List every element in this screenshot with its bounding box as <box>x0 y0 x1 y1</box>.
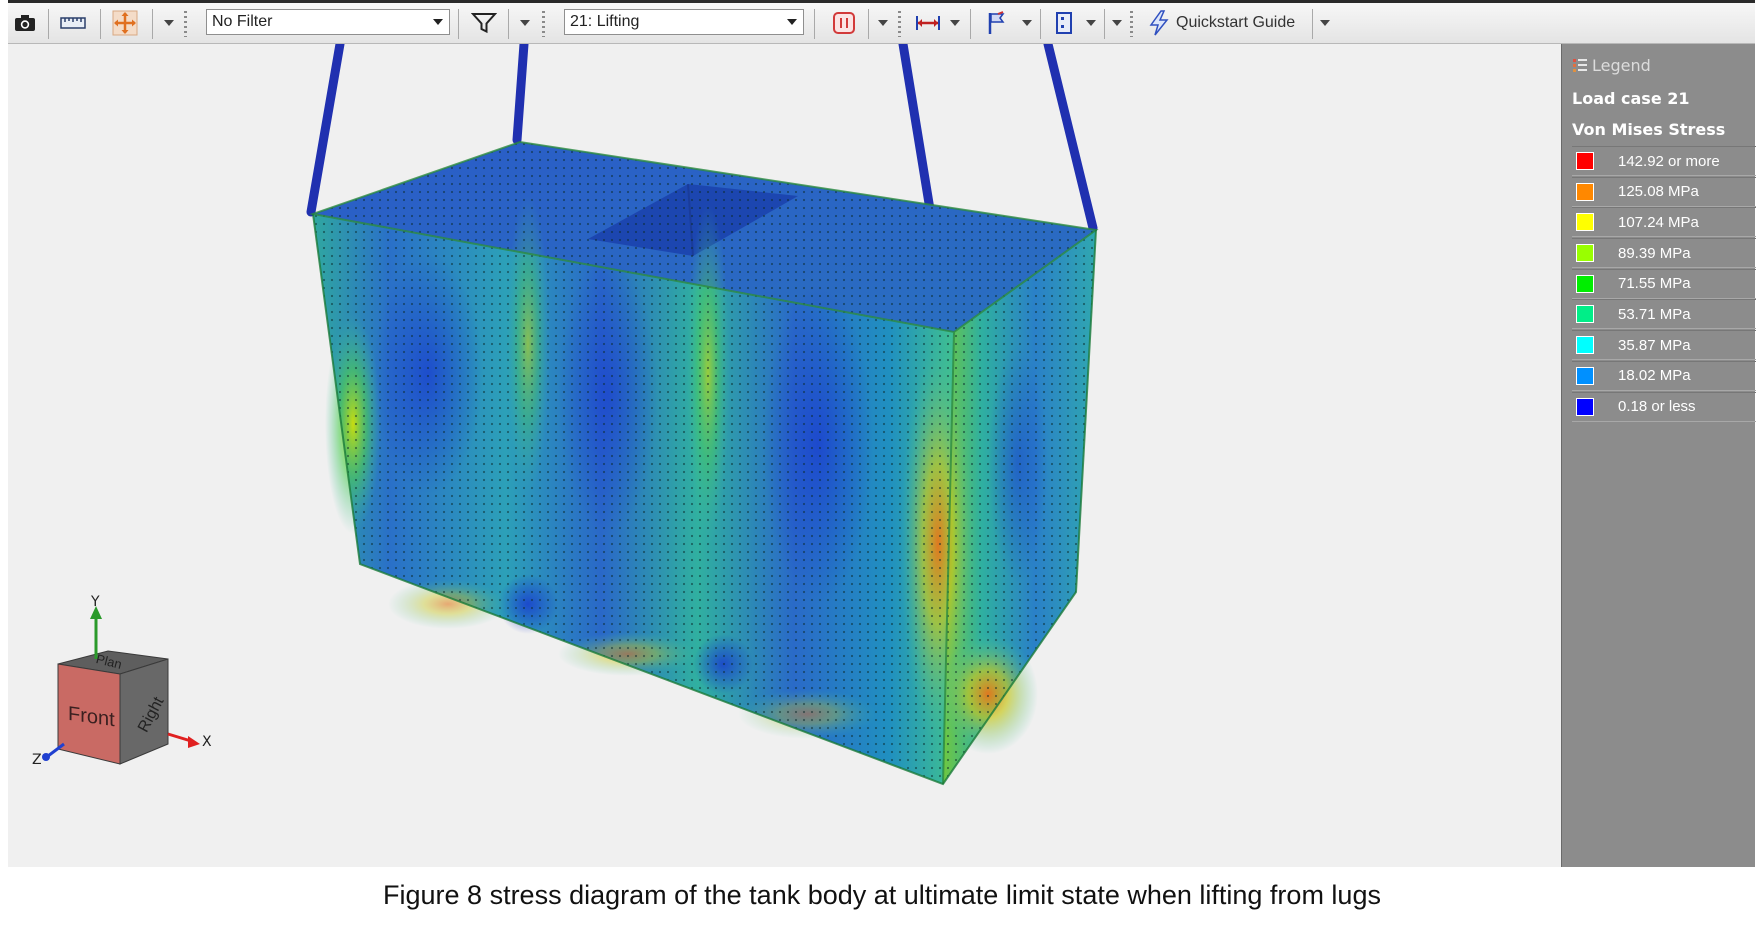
legend-item-label: 107.24 MPa <box>1618 213 1699 231</box>
view-cube[interactable] <box>42 606 200 765</box>
quickstart-guide-label: Quickstart Guide <box>1176 14 1296 31</box>
legend-swatch <box>1576 213 1594 232</box>
legend-item: 89.39 MPa <box>1572 238 1756 269</box>
legend-scale: 142.92 or more 125.08 MPa 107.24 MPa 89.39 … <box>1572 146 1756 422</box>
loadcase-select-value: 21: Lifting <box>570 13 640 30</box>
legend-swatch <box>1576 182 1594 201</box>
legend-swatch <box>1576 397 1594 416</box>
legend-header[interactable]: Legend <box>1572 54 1651 76</box>
loadcase-select[interactable]: 21: Lifting <box>564 9 804 35</box>
legend-item: 142.92 or more <box>1572 146 1756 176</box>
legend-result-type: Von Mises Stress <box>1572 120 1726 139</box>
legend-swatch <box>1576 274 1594 293</box>
move-icon[interactable] <box>110 6 140 40</box>
axis-x-label: X <box>202 734 212 750</box>
legend-item: 125.08 MPa <box>1572 176 1756 207</box>
legend-item-label: 142.92 or more <box>1618 152 1720 170</box>
axis-z-label: Z <box>32 752 42 768</box>
legend-swatch <box>1576 152 1594 170</box>
quickstart-guide-button[interactable]: Quickstart Guide <box>1148 6 1308 40</box>
legend-swatch <box>1576 336 1594 355</box>
toolbar: No Filter 21: Lifting Quickstart Guide <box>8 0 1755 44</box>
legend-item-label: 18.02 MPa <box>1618 367 1691 385</box>
model-viewport[interactable]: Front Right Plan Y X Z <box>8 44 1561 867</box>
legend-item-label: 0.18 or less <box>1618 398 1696 415</box>
legend-item-label: 53.71 MPa <box>1618 305 1691 323</box>
legend-item-label: 125.08 MPa <box>1618 183 1699 201</box>
legend-item-label: 71.55 MPa <box>1618 275 1691 293</box>
node-dropdown-arrow[interactable] <box>1084 6 1098 40</box>
legend-swatch <box>1576 305 1594 324</box>
stop-icon[interactable] <box>830 6 858 40</box>
legend-panel: Legend Load case 21 Von Mises Stress 142… <box>1561 44 1756 867</box>
legend-item: 18.02 MPa <box>1572 360 1756 391</box>
ruler-icon[interactable] <box>58 6 88 40</box>
move-dropdown-arrow[interactable] <box>162 6 176 40</box>
tank-stress-model <box>42 44 1099 786</box>
legend-item: 53.71 MPa <box>1572 299 1756 330</box>
figure-caption: Figure 8 stress diagram of the tank body… <box>383 880 1381 910</box>
legend-swatch <box>1576 366 1594 385</box>
legend-item: 0.18 or less <box>1572 391 1756 422</box>
legend-load-case-title: Load case 21 <box>1572 89 1690 108</box>
filter-select-value: No Filter <box>212 13 273 30</box>
filter-select[interactable]: No Filter <box>206 9 450 35</box>
more-dropdown-arrow[interactable] <box>1110 6 1124 40</box>
flag-dropdown-arrow[interactable] <box>1020 6 1034 40</box>
legend-item: 71.55 MPa <box>1572 268 1756 299</box>
dimension-dropdown-arrow[interactable] <box>948 6 962 40</box>
filter-icon[interactable] <box>468 6 500 40</box>
legend-item: 107.24 MPa <box>1572 207 1756 238</box>
camera-icon[interactable] <box>10 6 40 40</box>
filter-dropdown-arrow[interactable] <box>518 6 532 40</box>
flag-icon[interactable] <box>980 6 1012 40</box>
lightning-icon <box>1149 10 1169 36</box>
legend-swatch <box>1576 244 1594 263</box>
legend-item-label: 35.87 MPa <box>1618 336 1691 354</box>
dimension-icon[interactable] <box>912 6 944 40</box>
legend-item-label: 89.39 MPa <box>1618 244 1691 262</box>
legend-icon <box>1573 59 1587 72</box>
quickstart-dropdown-arrow[interactable] <box>1318 6 1332 40</box>
stop-dropdown-arrow[interactable] <box>876 6 890 40</box>
node-icon[interactable] <box>1048 6 1080 40</box>
axis-y-label: Y <box>91 594 100 610</box>
legend-item: 35.87 MPa <box>1572 330 1756 361</box>
legend-header-label: Legend <box>1592 55 1651 75</box>
